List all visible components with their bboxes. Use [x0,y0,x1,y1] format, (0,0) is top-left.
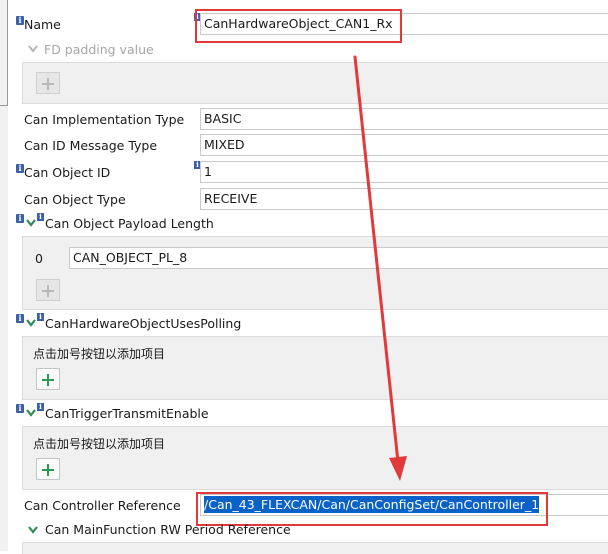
red-arrow-icon [353,55,407,481]
